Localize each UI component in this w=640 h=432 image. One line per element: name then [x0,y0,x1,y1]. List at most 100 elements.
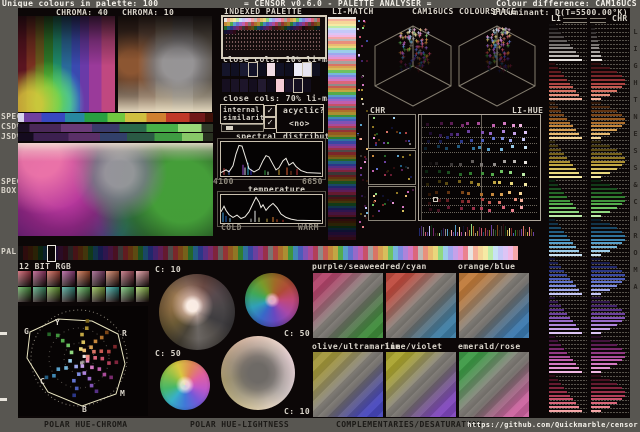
comp-label-emerald-rose: emerald/rose [458,342,521,351]
acyclic-value[interactable]: <no> [289,120,310,128]
similarity-slider-handle[interactable] [226,126,233,130]
pal-strip-label: PAL [1,247,17,256]
left-sidebar [0,8,18,418]
cam-point: + [398,59,403,67]
spec-gradient-strip [18,113,213,122]
hue-tick-strip [419,222,539,236]
cam-point: + [500,47,505,55]
cam-point: + [490,31,495,39]
vertical-letter: O [633,249,638,257]
repo-url-link[interactable]: https://github.com/Quickmarble/censor [467,421,638,429]
spec-box-label-2: BOX [1,186,17,195]
censor-app-window: Unique colours in palette: 100 = CENSOR … [0,0,640,432]
cam-point: + [398,32,403,40]
cam-point: + [497,25,501,33]
vertical-letter: R [633,232,638,240]
colour-difference-label: Colour difference: CAM16UCS [496,0,637,8]
cam-point: + [485,43,490,51]
cam-point: + [408,26,412,34]
rgb12-tiles [18,271,150,303]
hue-lightness-wheel-c50-top [245,273,299,327]
pal-cursor[interactable] [47,245,56,262]
csd-gradient-strip [18,124,213,132]
chr-column-header: CHR [612,14,628,23]
sidebar-marker-top[interactable] [0,332,7,335]
cam-point: + [407,46,411,54]
cam-point: + [425,56,430,64]
li-hue-scatter [418,114,541,221]
comp-tile-lime-violet [385,351,457,418]
acyclic-label: acyclic? [283,106,325,115]
vertical-letter: L [633,28,638,36]
polar-label-m: M [120,389,126,398]
comp-tile-orange-blue [458,272,530,339]
jsd-gradient-strip [18,133,213,141]
vertical-letter: E [633,130,638,138]
vertical-letter: T [633,96,638,104]
wheel1-chroma-label: C: 10 [155,265,182,274]
vertical-letter: G [633,62,638,70]
comp-tile-emerald-rose [458,351,530,418]
cam-point: + [498,55,503,63]
internal-similarity-label: internal similarity [223,106,270,122]
chr-scatter-box-2 [368,150,416,185]
cam-point: + [399,67,404,75]
comp-tile-red-cyan [385,272,457,339]
vertical-letter: M [633,266,638,274]
indexed-palette-box[interactable] [221,15,327,59]
li-header-rule [563,18,587,23]
polar-hue-lightness-caption: POLAR HUE-LIGHTNESS [190,420,290,429]
cam-point: + [486,63,491,71]
close-cols-70-row [222,79,326,92]
polar-hue-chroma-panel: G Y R C M B [18,306,148,416]
li-match-strip [328,17,356,240]
similarity-slider-track[interactable] [221,124,264,132]
vertical-letter: N [633,113,638,121]
cam-point: + [424,27,428,35]
chroma-histogram [591,24,629,414]
internal-similarity-box: internal similarity [220,104,270,124]
sidebar-marker-bottom[interactable] [0,398,7,401]
acyclic-box: acyclic? <no> [276,104,324,133]
hue-lightness-wheel-c50-bottom [160,360,210,410]
pal-colour-strip[interactable] [18,246,518,260]
polar-hue-chroma-caption: POLAR HUE-CHROMA [44,420,128,429]
lightness-histogram [549,24,587,414]
cam-point: + [427,51,432,59]
cam-point: + [403,61,408,69]
internal-similarity-checkbox[interactable]: ✓ [264,105,276,117]
rgb12-label: 12 BIT RGB [19,262,72,271]
cam-point: + [502,56,507,64]
wheel2-chroma-label: C: 50 [284,329,311,338]
comp-label-red-cyan: red/cyan [385,262,427,271]
vertical-letter: A [633,283,638,291]
spectral-max-label: 6650 [302,177,323,186]
cam-point: + [507,27,511,35]
cam-point: + [417,32,422,40]
comp-label-lime-violet: lime/violet [385,342,443,351]
comp-tile-purple-seaweed [312,272,384,339]
cam-point: + [420,37,424,45]
cam-point: + [491,46,496,54]
cam-point: + [415,44,419,52]
cam-point: + [499,37,504,45]
wheel4-chroma-label: C: 10 [284,407,311,416]
complementaries-caption: COMPLEMENTARIES/DESATURATION [336,420,483,429]
indexed-palette-grid[interactable] [224,18,320,50]
polar-label-r: R [122,329,128,338]
vertical-letter: & [633,181,638,189]
chr-scatter-box-3 [368,186,416,221]
cam-point: + [406,34,411,42]
cam-point: + [419,50,423,58]
acyclic-checkbox[interactable]: ✓ [264,117,276,129]
cold-label: COLD [221,223,242,232]
li-match-header: LI-MATCH [332,7,374,16]
cam-point: + [400,50,404,58]
chr-header-rule [590,18,606,23]
cam-point: + [502,51,507,59]
cam-point: + [412,27,417,35]
close-cols-10-row [222,63,326,76]
wheel3-chroma-label: C: 50 [155,349,182,358]
comp-label-orange-blue: orange/blue [458,262,516,271]
cam-point: + [501,68,506,76]
